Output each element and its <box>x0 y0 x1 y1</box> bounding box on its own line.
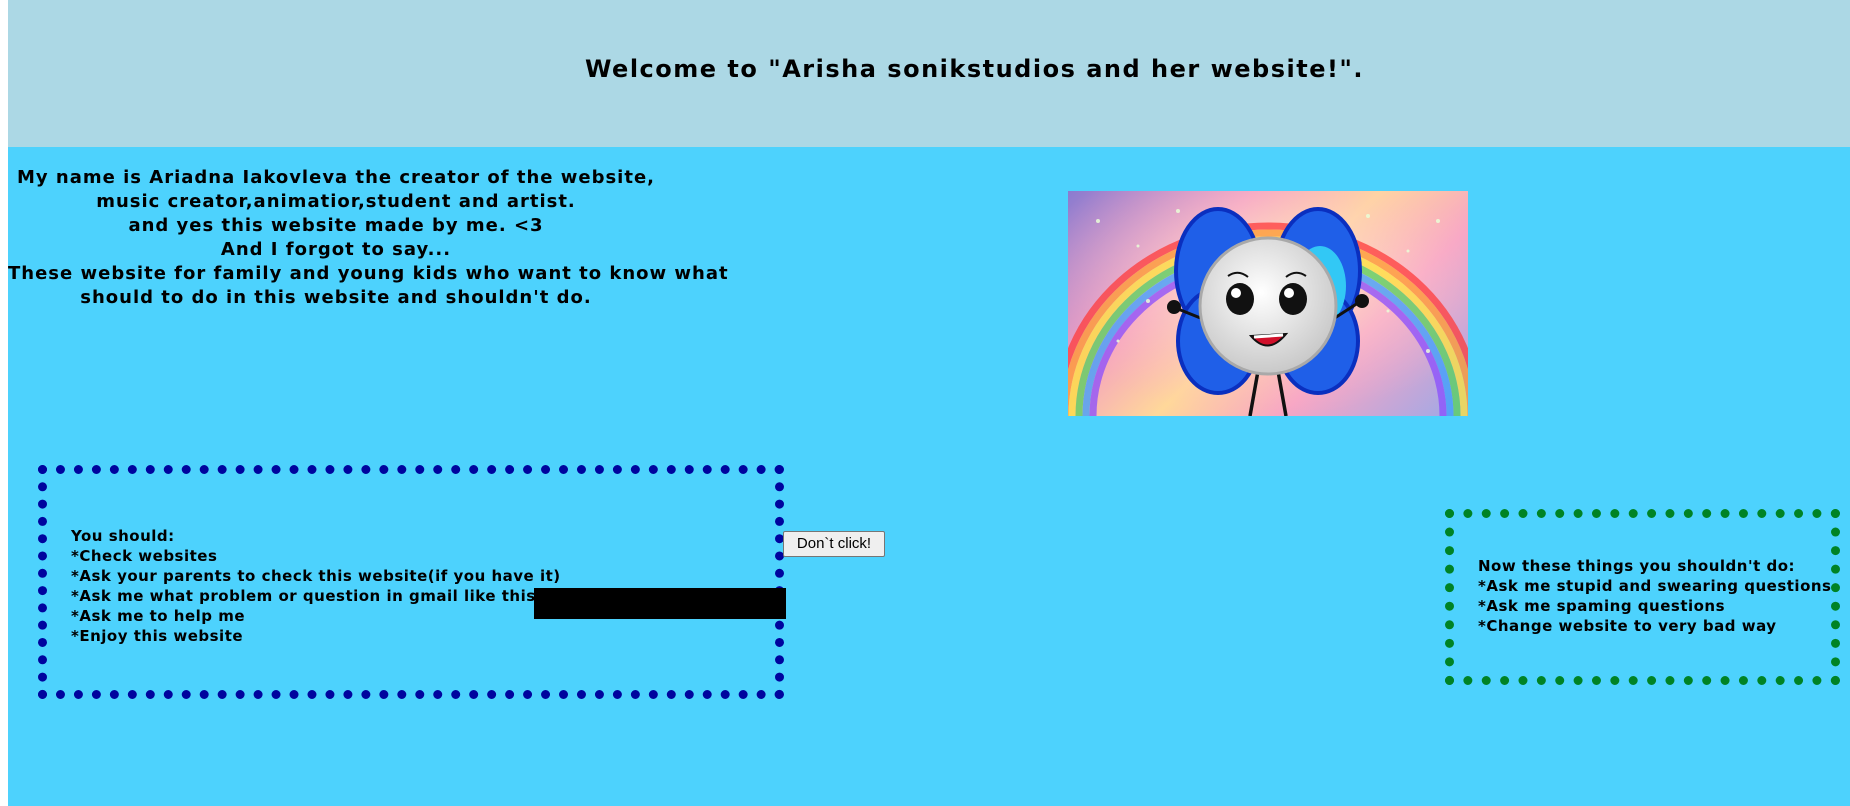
should-item: *Enjoy this website <box>71 627 244 645</box>
dont-click-button[interactable]: Don`t click! <box>783 531 885 557</box>
shouldnt-list-box: Now these things you shouldn't do: *Ask … <box>1445 509 1840 685</box>
intro-text: My name is Ariadna Iakovleva the creator… <box>8 166 729 310</box>
shouldnt-heading: Now these things you shouldn't do: <box>1478 557 1795 575</box>
should-heading: You should: <box>71 527 175 545</box>
character-illustration <box>1068 191 1468 416</box>
shouldnt-item: *Ask me stupid and swearing questions <box>1478 577 1832 595</box>
redaction-bar <box>534 588 786 619</box>
shouldnt-item: *Change website to very bad way <box>1478 617 1777 635</box>
should-list-box: You should: *Check websites *Ask your pa… <box>38 465 786 699</box>
intro-line: These website for family and young kids … <box>8 263 729 284</box>
character-image <box>1068 191 1468 416</box>
shouldnt-item: *Ask me spaming questions <box>1478 597 1726 615</box>
page-body: Welcome to "Arisha sonikstudios and her … <box>8 0 1850 806</box>
header-banner: Welcome to "Arisha sonikstudios and her … <box>8 0 1850 147</box>
left-margin-strip <box>0 0 8 806</box>
intro-line: should to do in this website and shouldn… <box>80 287 592 308</box>
page-title: Welcome to "Arisha sonikstudios and her … <box>584 55 1365 83</box>
intro-line: And I forgot to say... <box>220 239 452 260</box>
intro-line: music creator,animatior,student and arti… <box>96 191 576 212</box>
should-item: *Ask your parents to check this website(… <box>71 567 561 585</box>
intro-line: and yes this website made by me. <3 <box>128 215 544 236</box>
intro-line: My name is Ariadna Iakovleva the creator… <box>17 167 655 188</box>
should-item: *Check websites <box>71 547 218 565</box>
